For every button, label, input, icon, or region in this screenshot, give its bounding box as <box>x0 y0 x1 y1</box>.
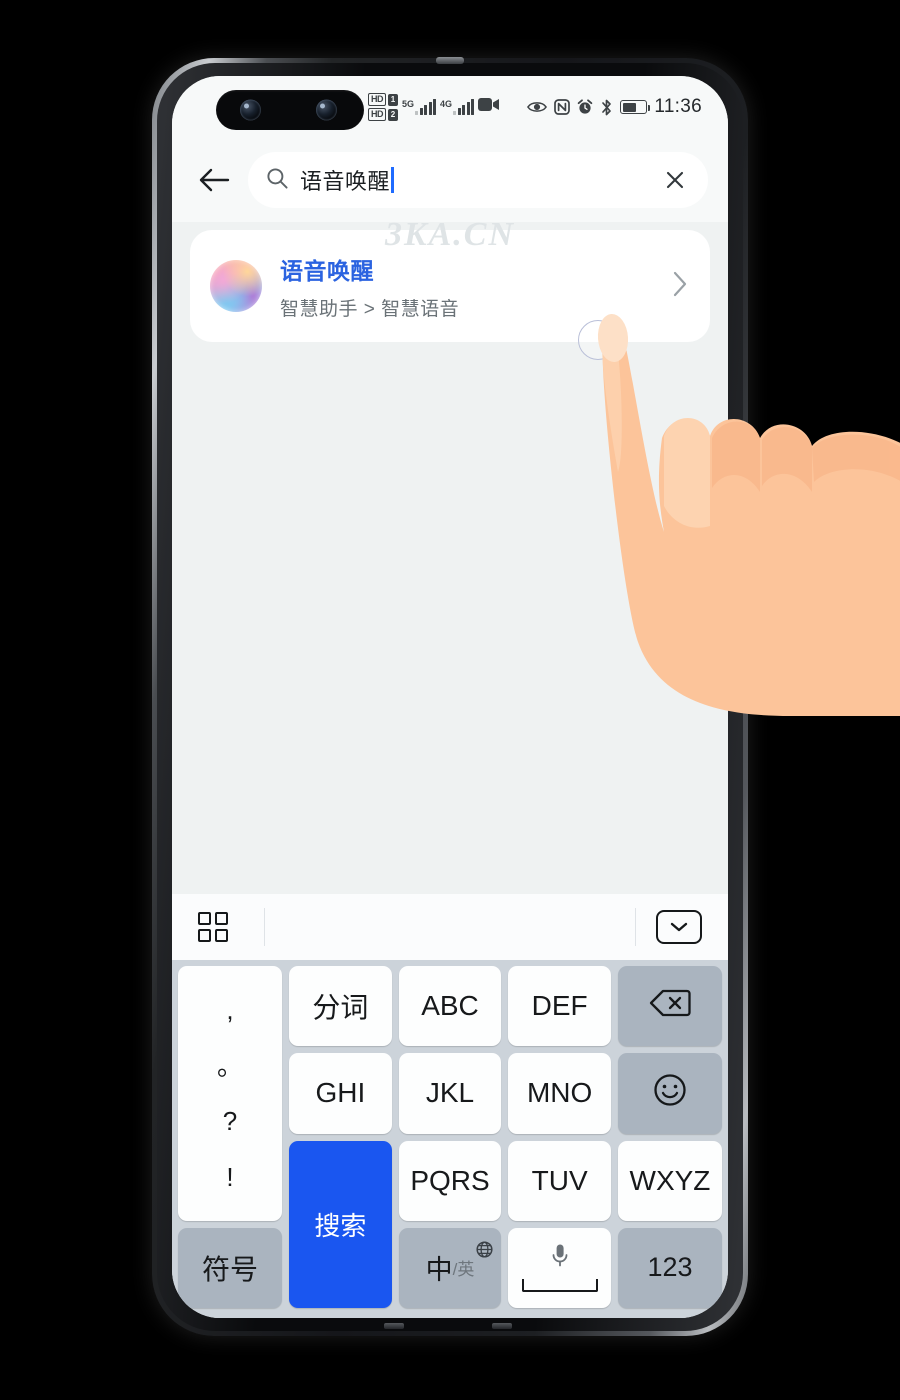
microphone-icon <box>550 1243 570 1276</box>
toolbar-divider-left <box>264 908 265 946</box>
key-pqrs[interactable]: PQRS <box>398 1140 502 1221</box>
keyboard-keys: , 。 ? ! 分词 ABC DEF GHI JKL MNO PQRS TUV … <box>172 960 728 1318</box>
search-header: 语音唤醒 <box>172 138 728 222</box>
lang-main-label: 中 <box>425 1255 453 1286</box>
network-type-2: 4G <box>440 98 453 109</box>
key-def[interactable]: DEF <box>508 966 611 1047</box>
key-wxyz[interactable]: WXYZ <box>617 1140 722 1221</box>
key-space[interactable] <box>508 1227 611 1308</box>
eye-comfort-icon <box>527 100 548 114</box>
emoji-icon <box>653 1073 687 1114</box>
nfc-icon <box>554 99 571 115</box>
frame-antenna-line-bottom-right <box>491 1323 512 1329</box>
toolbar-divider-right <box>635 908 636 946</box>
status-bar: HD 1 HD 2 5G 4G 11:36 <box>172 76 728 138</box>
battery-icon <box>620 100 651 114</box>
result-text-block: 语音唤醒 智慧助手 > 智慧语音 <box>280 252 459 321</box>
frame-antenna-line-top <box>436 57 464 64</box>
close-icon[interactable] <box>660 165 690 195</box>
punch-hole-camera <box>216 90 364 130</box>
tap-ripple-indicator <box>578 320 618 360</box>
text-cursor <box>391 167 394 193</box>
key-symbols[interactable]: 符号 <box>178 1227 282 1308</box>
front-camera-lens-left <box>240 99 261 121</box>
back-arrow-icon[interactable] <box>192 158 236 202</box>
status-bar-left-icons: HD 1 HD 2 5G 4G <box>368 76 500 138</box>
chevron-right-icon <box>670 269 690 304</box>
key-jkl[interactable]: JKL <box>398 1053 502 1134</box>
frame-antenna-line-bottom-left <box>384 1323 405 1329</box>
signal-bars-1 <box>415 98 437 115</box>
signal-bars-2 <box>453 98 475 115</box>
punct-period: 。 <box>216 1050 243 1081</box>
key-fenci[interactable]: 分词 <box>289 966 392 1047</box>
search-input-value: 语音唤醒 <box>300 164 394 196</box>
key-ghi[interactable]: GHI <box>289 1053 392 1134</box>
status-bar-clock: 11:36 <box>654 96 702 117</box>
network-type-1: 5G <box>402 98 415 109</box>
chevron-down-icon[interactable] <box>656 910 702 944</box>
key-lang-toggle[interactable]: 中 /英 <box>398 1227 502 1308</box>
key-punctuation[interactable]: , 。 ? ! <box>178 966 282 1221</box>
globe-icon <box>476 1234 493 1265</box>
sim2-number: 2 <box>388 108 398 121</box>
bluetooth-icon <box>600 99 613 116</box>
punct-question: ? <box>222 1106 238 1137</box>
video-camera-icon <box>478 97 500 117</box>
key-tuv[interactable]: TUV <box>508 1140 611 1221</box>
alarm-icon <box>577 99 593 115</box>
space-bar-glyph <box>521 1279 598 1293</box>
assistant-orb-icon <box>210 260 262 312</box>
volte-indicators: HD 1 HD 2 <box>368 93 398 121</box>
search-results-area: 语音唤醒 智慧助手 > 智慧语音 <box>172 222 728 916</box>
signal-group-1: 5G <box>402 98 437 115</box>
keyboard-toolbar <box>172 894 728 960</box>
status-bar-right-icons: 11:36 <box>527 96 702 118</box>
hd1-label: HD <box>368 93 386 106</box>
key-abc[interactable]: ABC <box>398 966 502 1047</box>
result-breadcrumb: 智慧助手 > 智慧语音 <box>280 298 460 320</box>
sim1-volte: HD 1 <box>368 93 398 106</box>
punct-comma: , <box>226 994 234 1025</box>
phone-screen: HD 1 HD 2 5G 4G 11:36 语音唤醒 3KA.CN 语音唤醒 智… <box>172 76 728 1318</box>
punct-exclaim: ! <box>226 1161 234 1192</box>
key-numbers[interactable]: 123 <box>617 1227 722 1308</box>
result-title: 语音唤醒 <box>280 257 374 284</box>
sim2-volte: HD 2 <box>368 108 398 121</box>
key-mno[interactable]: MNO <box>508 1053 611 1134</box>
search-icon <box>266 167 288 194</box>
search-result-item[interactable]: 语音唤醒 智慧助手 > 智慧语音 <box>190 230 710 342</box>
backspace-icon <box>649 988 691 1025</box>
key-emoji[interactable] <box>617 1053 722 1134</box>
sim1-number: 1 <box>388 93 398 106</box>
signal-group-2: 4G <box>440 98 475 115</box>
front-camera-lens-right <box>316 99 337 121</box>
keyboard: , 。 ? ! 分词 ABC DEF GHI JKL MNO PQRS TUV … <box>172 894 728 1318</box>
search-input[interactable]: 语音唤醒 <box>248 152 708 208</box>
hd2-label: HD <box>368 108 386 121</box>
screenshot-stage: HD 1 HD 2 5G 4G 11:36 语音唤醒 3KA.CN 语音唤醒 智… <box>0 0 900 1400</box>
grid-panel-icon[interactable] <box>198 912 228 942</box>
lang-sub-label: /英 <box>452 1260 475 1280</box>
key-search-enter[interactable]: 搜索 <box>289 1140 392 1308</box>
key-backspace[interactable] <box>617 966 722 1047</box>
